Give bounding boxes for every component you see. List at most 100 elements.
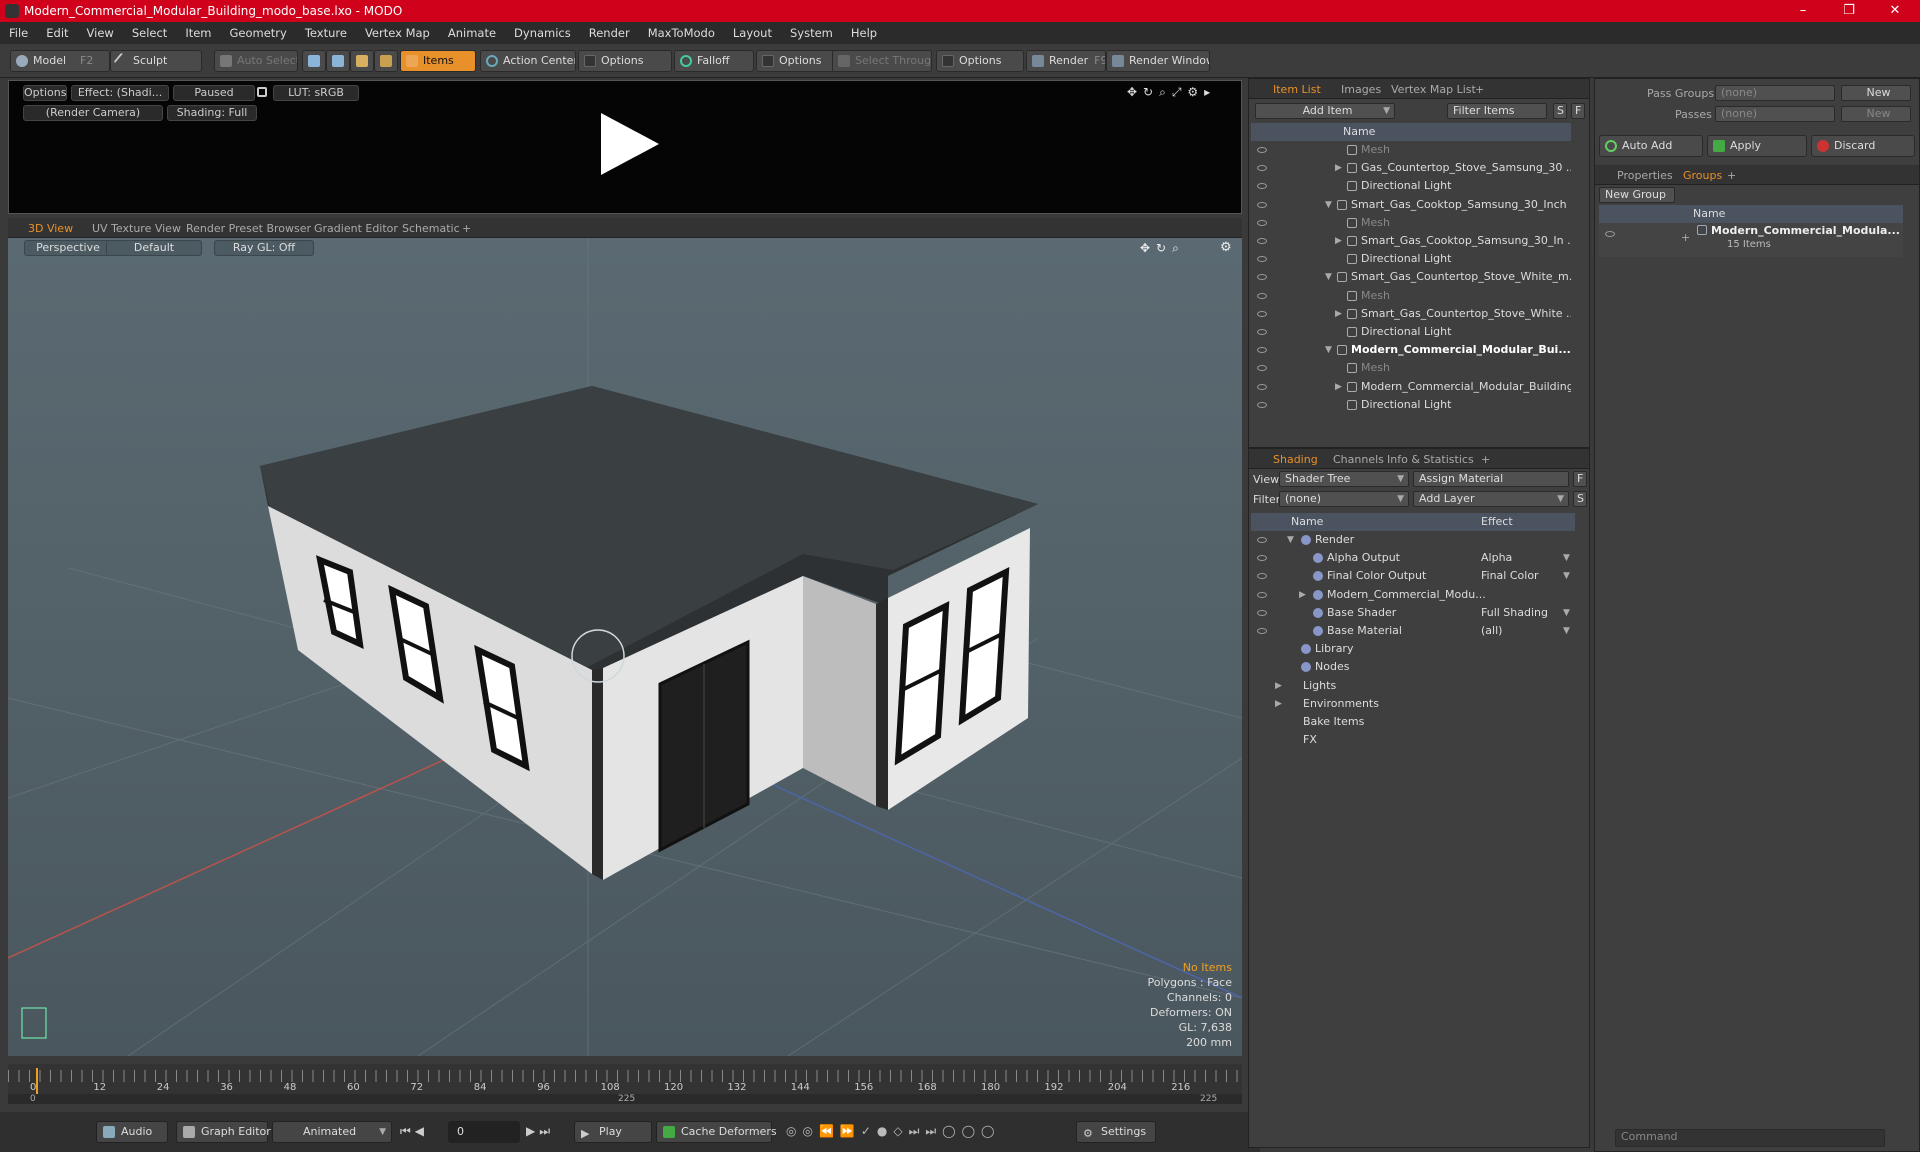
- shader-tree-row[interactable]: ▶ Modern_Commercial_Modu...: [1251, 586, 1575, 604]
- auto-add-button[interactable]: Auto Add: [1599, 135, 1703, 157]
- item-list-row[interactable]: ▼ Smart_Gas_Countertop_Stove_White_m...: [1251, 268, 1571, 286]
- shader-tree-row[interactable]: ▼ Render: [1251, 531, 1575, 549]
- add-item-dropdown[interactable]: Add Item ▼: [1255, 103, 1395, 119]
- eye-icon[interactable]: [1257, 292, 1267, 299]
- expand-arrow-icon[interactable]: ▶: [1275, 695, 1282, 713]
- expand-arrow-icon[interactable]: ▶: [1335, 305, 1342, 323]
- settings-button[interactable]: ⚙ Settings: [1076, 1121, 1156, 1143]
- menu-system[interactable]: System: [781, 22, 842, 44]
- materials-mode-button[interactable]: [374, 50, 398, 72]
- eye-icon[interactable]: [1257, 256, 1267, 263]
- passes-dropdown[interactable]: (none): [1715, 106, 1835, 122]
- tab-images[interactable]: Images: [1333, 81, 1389, 99]
- preview-shading-dropdown[interactable]: Shading: Full: [167, 105, 257, 121]
- preview-effect-dropdown[interactable]: Effect: (Shadi...: [71, 85, 169, 101]
- animated-dropdown[interactable]: Animated ▼: [272, 1121, 392, 1143]
- new-pass-button[interactable]: New: [1841, 106, 1911, 122]
- eye-icon[interactable]: [1257, 329, 1267, 335]
- expand-arrow-icon[interactable]: ▶: [1275, 677, 1282, 695]
- dropdown-arrow-icon[interactable]: ▼: [1563, 604, 1570, 622]
- graph-editor-button[interactable]: Graph Editor: [176, 1121, 271, 1143]
- item-list-row[interactable]: Mesh: [1251, 141, 1571, 159]
- item-list-row[interactable]: ▼ Smart_Gas_Cooktop_Samsung_30_Inch ...: [1251, 196, 1571, 214]
- eye-icon[interactable]: [1257, 165, 1267, 172]
- item-list-row[interactable]: Mesh: [1251, 214, 1571, 232]
- eye-icon[interactable]: [1257, 147, 1267, 153]
- items-mode-button[interactable]: Items: [400, 50, 476, 72]
- add-layer-dropdown[interactable]: Add Layer ▼: [1413, 491, 1569, 507]
- menu-maxtomodo[interactable]: MaxToModo: [639, 22, 724, 44]
- eye-icon[interactable]: [1605, 231, 1615, 237]
- shader-tree-row[interactable]: Bake Items: [1251, 713, 1575, 731]
- eye-icon[interactable]: [1257, 401, 1267, 408]
- add-tab-button[interactable]: +: [454, 220, 479, 238]
- item-list-row[interactable]: Directional Light: [1251, 250, 1571, 268]
- timeline[interactable]: 0 12 24 36 48 60 72 84 96 108 120 132 144 156 168 180 19…: [8, 1064, 1242, 1104]
- menu-help[interactable]: Help: [842, 22, 886, 44]
- eye-icon[interactable]: [1257, 238, 1267, 244]
- shader-tree-row[interactable]: Base Shader Full Shading ▼: [1251, 604, 1575, 622]
- audio-button[interactable]: Audio: [96, 1121, 168, 1143]
- tab-3d-view[interactable]: 3D View: [20, 220, 81, 238]
- sculpt-mode-button[interactable]: Sculpt: [110, 50, 202, 72]
- shader-tree-row[interactable]: ▶ Environments: [1251, 695, 1575, 713]
- menu-view[interactable]: View: [78, 22, 123, 44]
- apply-button[interactable]: Apply: [1707, 135, 1807, 157]
- shading-f-toggle[interactable]: F: [1573, 471, 1587, 487]
- eye-icon[interactable]: [1257, 201, 1267, 208]
- dropdown-arrow-icon[interactable]: ▼: [1563, 622, 1570, 640]
- item-list-row[interactable]: ▼ Modern_Commercial_Modular_Bui...: [1251, 341, 1571, 359]
- eye-icon[interactable]: [1257, 591, 1267, 598]
- model-mode-button[interactable]: Model F2: [10, 50, 110, 72]
- 3d-viewport[interactable]: Perspective Default Ray GL: Off ✥↻⌕ ⚙ No…: [8, 238, 1242, 1056]
- falloff-options-button[interactable]: Options: [756, 50, 836, 72]
- frame-forward-buttons[interactable]: ▶⏭: [526, 1124, 554, 1139]
- eye-icon[interactable]: [1257, 310, 1267, 317]
- eye-icon[interactable]: [1257, 555, 1267, 562]
- add-panel-tab-button[interactable]: +: [1467, 81, 1492, 99]
- menu-vertex-map[interactable]: Vertex Map: [356, 22, 439, 44]
- new-pass-group-button[interactable]: New: [1841, 85, 1911, 101]
- preview-nav-icons[interactable]: ✥↻⌕⤢⚙▸: [1127, 85, 1216, 100]
- eye-icon[interactable]: [1257, 383, 1267, 390]
- dropdown-arrow-icon[interactable]: ▼: [1563, 549, 1570, 567]
- collapse-arrow-icon[interactable]: ▼: [1325, 196, 1332, 214]
- menu-file[interactable]: File: [0, 22, 37, 44]
- add-groups-tab-button[interactable]: +: [1719, 167, 1744, 185]
- shader-tree-row[interactable]: Alpha Output Alpha ▼: [1251, 549, 1575, 567]
- vertices-mode-button[interactable]: [302, 50, 326, 72]
- assign-material-dropdown[interactable]: Assign Material: [1413, 471, 1569, 487]
- eye-icon[interactable]: [1257, 628, 1267, 634]
- select-through-button[interactable]: Select Through: [832, 50, 932, 72]
- item-list-row[interactable]: ▶ Smart_Gas_Countertop_Stove_White ...: [1251, 305, 1571, 323]
- current-frame-input[interactable]: 0: [448, 1121, 520, 1143]
- tab-uv-texture-view[interactable]: UV Texture View: [84, 220, 189, 238]
- eye-icon[interactable]: [1257, 219, 1267, 226]
- lock-icon[interactable]: [257, 87, 267, 97]
- item-list-row[interactable]: Directional Light: [1251, 396, 1571, 414]
- action-center-button[interactable]: Action Center: [480, 50, 576, 72]
- discard-button[interactable]: Discard: [1811, 135, 1915, 157]
- cache-deformers-button[interactable]: Cache Deformers: [656, 1121, 777, 1143]
- timeline-playhead[interactable]: [36, 1068, 38, 1094]
- key-tool-icons[interactable]: ◎◎⏪⏩✓●◇⏭⏭◯◯◯: [786, 1124, 1000, 1139]
- effect-dropdown[interactable]: Final Color: [1481, 567, 1539, 585]
- eye-icon[interactable]: [1257, 365, 1267, 372]
- shader-tree-row[interactable]: Final Color Output Final Color ▼: [1251, 567, 1575, 585]
- falloff-button[interactable]: Falloff: [674, 50, 754, 72]
- auto-select-button[interactable]: Auto Select: [214, 50, 298, 72]
- edges-mode-button[interactable]: [326, 50, 350, 72]
- preview-options-button[interactable]: Options: [23, 85, 67, 101]
- render-window-button[interactable]: Render Window: [1106, 50, 1210, 72]
- render-preview[interactable]: Options Effect: (Shadi... Paused LUT: sR…: [8, 80, 1242, 214]
- timeline-range[interactable]: 0 225 225: [8, 1094, 1242, 1104]
- tab-info-statistics[interactable]: Info & Statistics: [1379, 451, 1482, 469]
- select-through-options-button[interactable]: Options: [936, 50, 1024, 72]
- expand-arrow-icon[interactable]: ▶: [1299, 586, 1306, 604]
- expand-arrow-icon[interactable]: ▶: [1335, 232, 1342, 250]
- preview-camera-dropdown[interactable]: (Render Camera): [23, 105, 163, 121]
- eye-icon[interactable]: [1257, 537, 1267, 543]
- menu-select[interactable]: Select: [123, 22, 176, 44]
- preview-paused-button[interactable]: Paused: [173, 85, 255, 101]
- close-button[interactable]: ✕: [1872, 0, 1918, 22]
